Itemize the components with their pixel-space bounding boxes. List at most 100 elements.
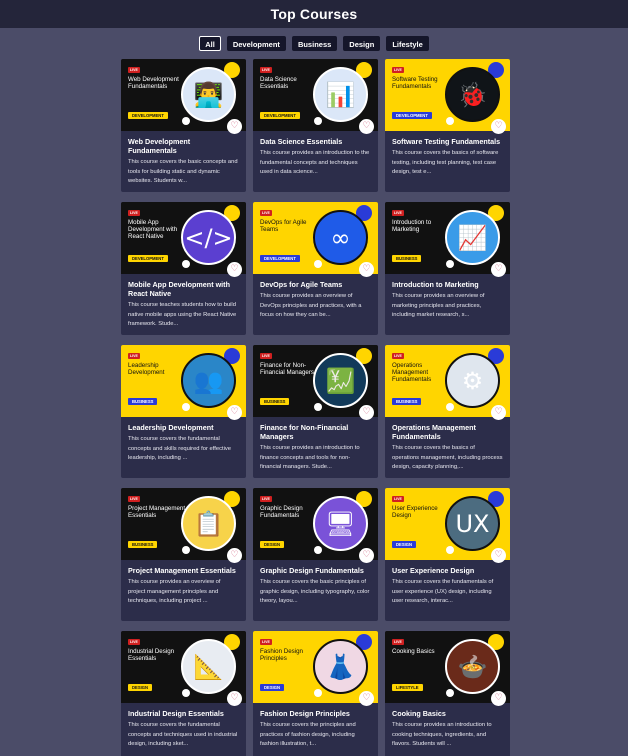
course-thumbnail: LIVE Leadership Development BUSINESS 👥 (121, 345, 246, 417)
decorative-dot (314, 260, 322, 268)
course-card[interactable]: LIVE Finance for Non-Financial Managers … (253, 345, 378, 478)
category-tag: DEVELOPMENT (260, 255, 300, 262)
course-description: This course covers the fundamental conce… (128, 436, 232, 462)
decorative-dot (182, 260, 190, 268)
course-card[interactable]: LIVE Introduction to Marketing BUSINESS … (385, 202, 510, 335)
finance-chart-icon: 💹 (325, 366, 356, 395)
course-title[interactable]: Mobile App Development with React Native (128, 280, 239, 298)
filter-chip-lifestyle[interactable]: Lifestyle (386, 36, 429, 51)
course-card[interactable]: LIVE DevOps for Agile Teams DEVELOPMENT … (253, 202, 378, 335)
favorite-heart-icon[interactable]: ♡ (491, 691, 506, 706)
course-card[interactable]: LIVE Project Management Essentials BUSIN… (121, 488, 246, 621)
favorite-heart-icon[interactable]: ♡ (359, 119, 374, 134)
course-card[interactable]: LIVE Software Testing Fundamentals DEVEL… (385, 59, 510, 192)
thumbnail-title: Web Development Fundamentals (128, 76, 179, 91)
live-badge: LIVE (392, 353, 404, 359)
data-analyst-icon: 📊 (325, 80, 356, 109)
course-illustration: 🖥 (313, 496, 368, 551)
course-title[interactable]: Introduction to Marketing (392, 280, 503, 289)
fashion-sketch-icon: 👗 (325, 652, 356, 681)
favorite-heart-icon[interactable]: ♡ (491, 119, 506, 134)
course-title[interactable]: Fashion Design Principles (260, 709, 371, 718)
favorite-heart-icon[interactable]: ♡ (491, 405, 506, 420)
course-illustration: 💹 (313, 353, 368, 408)
live-badge: LIVE (260, 496, 272, 502)
favorite-heart-icon[interactable]: ♡ (491, 548, 506, 563)
course-title[interactable]: Operations Management Fundamentals (392, 423, 503, 441)
favorite-heart-icon[interactable]: ♡ (227, 548, 242, 563)
course-grid: LIVE Web Development Fundamentals DEVELO… (121, 59, 510, 756)
decorative-dot (314, 403, 322, 411)
favorite-heart-icon[interactable]: ♡ (359, 262, 374, 277)
card-body: Cooking Basics This course provides an i… (385, 703, 510, 750)
filter-chip-business[interactable]: Business (291, 36, 338, 51)
course-card[interactable]: LIVE User Experience Design DESIGN UX ♡ … (385, 488, 510, 621)
favorite-heart-icon[interactable]: ♡ (227, 405, 242, 420)
filter-chip-development[interactable]: Development (226, 36, 286, 51)
course-title[interactable]: Leadership Development (128, 423, 239, 432)
course-card[interactable]: LIVE Cooking Basics LIFESTYLE 🍲 ♡ Cookin… (385, 631, 510, 756)
category-tag: BUSINESS (392, 255, 422, 262)
category-tag: DESIGN (260, 541, 285, 548)
course-card[interactable]: LIVE Graphic Design Fundamentals DESIGN … (253, 488, 378, 621)
filter-chip-all[interactable]: All (199, 36, 221, 51)
card-body: Graphic Design Fundamentals This course … (253, 560, 378, 607)
favorite-heart-icon[interactable]: ♡ (227, 119, 242, 134)
course-card[interactable]: LIVE Fashion Design Principles DESIGN 👗 … (253, 631, 378, 756)
course-thumbnail: LIVE DevOps for Agile Teams DEVELOPMENT … (253, 202, 378, 274)
course-title[interactable]: Cooking Basics (392, 709, 503, 718)
course-title[interactable]: User Experience Design (392, 566, 503, 575)
category-filter-bar: All Development Business Design Lifestyle (0, 36, 628, 51)
card-body: Industrial Design Essentials This course… (121, 703, 246, 750)
card-body: Project Management Essentials This cours… (121, 560, 246, 607)
course-illustration: 📊 (313, 67, 368, 122)
card-body: User Experience Design This course cover… (385, 560, 510, 607)
course-card[interactable]: LIVE Industrial Design Essentials DESIGN… (121, 631, 246, 756)
course-card[interactable]: LIVE Data Science Essentials DEVELOPMENT… (253, 59, 378, 192)
thumbnail-title: Introduction to Marketing (392, 219, 432, 234)
category-tag: DESIGN (128, 684, 153, 691)
course-title[interactable]: Graphic Design Fundamentals (260, 566, 371, 575)
course-title[interactable]: DevOps for Agile Teams (260, 280, 371, 289)
live-badge: LIVE (128, 67, 140, 73)
decorative-dot (314, 117, 322, 125)
category-tag: BUSINESS (128, 398, 158, 405)
course-thumbnail: LIVE Introduction to Marketing BUSINESS … (385, 202, 510, 274)
project-board-icon: 📋 (193, 509, 224, 538)
decorative-dot (314, 689, 322, 697)
leader-crowd-icon: 👥 (193, 366, 224, 395)
course-description: This course covers the principles and pr… (260, 722, 356, 748)
decorative-dot (182, 689, 190, 697)
course-title[interactable]: Industrial Design Essentials (128, 709, 239, 718)
course-title[interactable]: Software Testing Fundamentals (392, 137, 503, 146)
category-tag: BUSINESS (128, 541, 158, 548)
course-card[interactable]: LIVE Operations Management Fundamentals … (385, 345, 510, 478)
decorative-dot (446, 546, 454, 554)
thumbnail-title: Leadership Development (128, 362, 165, 377)
course-card[interactable]: LIVE Mobile App Development with React N… (121, 202, 246, 335)
course-description: This course covers the basics of operati… (392, 445, 503, 471)
course-card[interactable]: LIVE Web Development Fundamentals DEVELO… (121, 59, 246, 192)
favorite-heart-icon[interactable]: ♡ (227, 691, 242, 706)
course-illustration: 👗 (313, 639, 368, 694)
course-thumbnail: LIVE Data Science Essentials DEVELOPMENT… (253, 59, 378, 131)
course-card[interactable]: LIVE Leadership Development BUSINESS 👥 ♡… (121, 345, 246, 478)
course-thumbnail: LIVE Cooking Basics LIFESTYLE 🍲 (385, 631, 510, 703)
course-title[interactable]: Data Science Essentials (260, 137, 371, 146)
category-tag: DEVELOPMENT (260, 112, 300, 119)
favorite-heart-icon[interactable]: ♡ (359, 691, 374, 706)
favorite-heart-icon[interactable]: ♡ (227, 262, 242, 277)
course-title[interactable]: Finance for Non-Financial Managers (260, 423, 371, 441)
filter-chip-design[interactable]: Design (343, 36, 381, 51)
marketing-dashboard-icon: 📈 (457, 223, 488, 252)
course-title[interactable]: Web Development Fundamentals (128, 137, 239, 155)
category-tag: DEVELOPMENT (128, 255, 168, 262)
favorite-heart-icon[interactable]: ♡ (491, 262, 506, 277)
favorite-heart-icon[interactable]: ♡ (359, 405, 374, 420)
favorite-heart-icon[interactable]: ♡ (359, 548, 374, 563)
course-thumbnail: LIVE Software Testing Fundamentals DEVEL… (385, 59, 510, 131)
card-body: Leadership Development This course cover… (121, 417, 246, 464)
thumbnail-title: Software Testing Fundamentals (392, 76, 438, 91)
course-title[interactable]: Project Management Essentials (128, 566, 239, 575)
category-tag: DEVELOPMENT (128, 112, 168, 119)
